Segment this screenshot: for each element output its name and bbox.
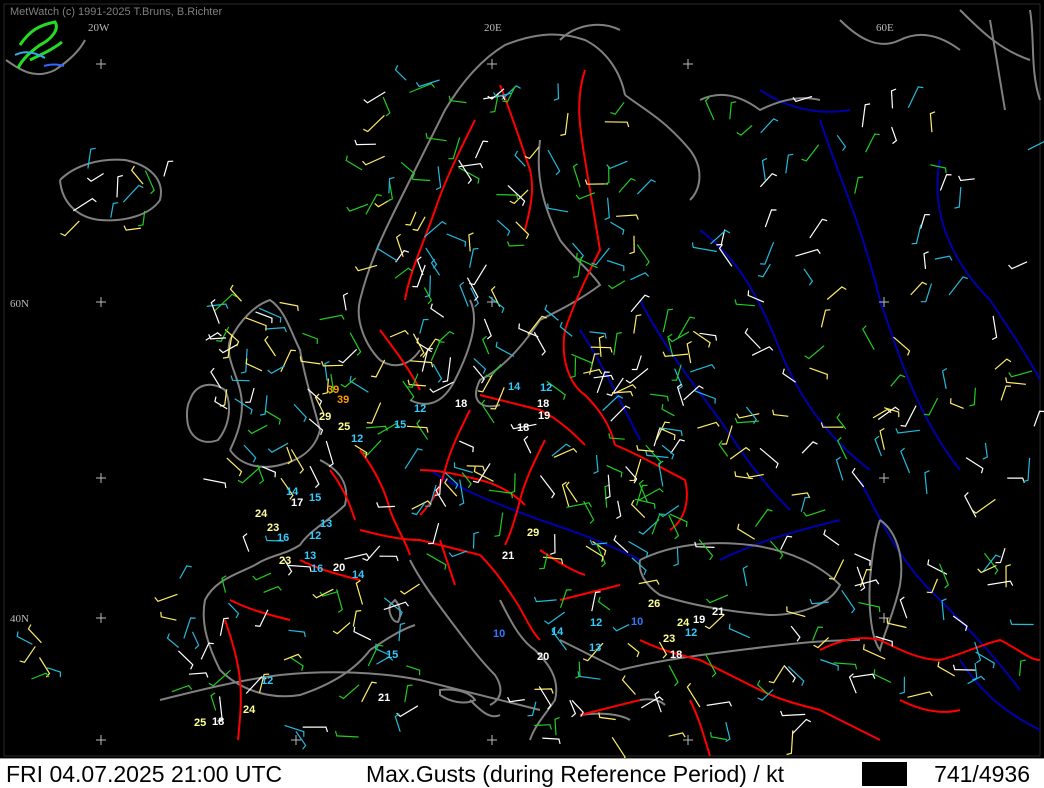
gust-label: 20: [333, 562, 345, 574]
gust-label: 26: [648, 598, 660, 610]
gust-label: 23: [663, 633, 675, 645]
parameter-label: Max.Gusts (during Reference Period) / kt: [366, 761, 784, 787]
gust-label: 29: [527, 527, 539, 539]
gust-label: 15: [309, 492, 321, 504]
gust-label: 12: [414, 403, 426, 415]
gust-label: 18: [517, 422, 529, 434]
gust-label: 21: [502, 550, 514, 562]
gust-label: 18: [537, 398, 549, 410]
gust-label: 25: [194, 717, 206, 729]
gust-label: 10: [631, 616, 643, 628]
gust-label: 12: [590, 617, 602, 629]
status-black-box: [862, 762, 907, 786]
gust-label: 12: [261, 675, 273, 687]
gust-label: 14: [551, 626, 564, 638]
weather-map[interactable]: 20W 20E 60E 60N 40N 39392925121512 1814 12…: [0, 0, 1044, 758]
map-window: 20W 20E 60E 60N 40N 39 39 29 25 12 15 12 18 14 12…: [0, 0, 1044, 788]
gust-label: 10: [493, 628, 505, 640]
station-count: 741/4936: [934, 761, 1030, 787]
gust-label: 23: [279, 555, 291, 567]
gust-label: 21: [712, 606, 724, 618]
gust-label: 18: [212, 716, 224, 728]
gust-label: 16: [311, 563, 323, 575]
datetime-label: FRI 04.07.2025 21:00 UTC: [6, 761, 283, 787]
gust-label: 20: [537, 651, 549, 663]
gust-label: 15: [386, 649, 398, 661]
grid-label-20w: 20W: [88, 22, 110, 34]
gust-label: 29: [319, 411, 331, 423]
gust-label: 18: [455, 398, 467, 410]
gust-label: 16: [277, 532, 289, 544]
gust-label: 39: [337, 394, 349, 406]
gust-label: 15: [394, 419, 406, 431]
gust-label: 14: [352, 569, 365, 581]
status-bar: FRI 04.07.2025 21:00 UTC Max.Gusts (duri…: [0, 758, 1044, 788]
gust-label: 17: [291, 497, 303, 509]
gust-label: 19: [538, 410, 550, 422]
grid-label-60n: 60N: [10, 298, 29, 310]
copyright-text: MetWatch (c) 1991-2025 T.Bruns, B.Richte…: [10, 6, 223, 18]
grid-label-20e: 20E: [484, 22, 502, 34]
gust-label: 14: [508, 381, 521, 393]
gust-label: 19: [693, 614, 705, 626]
grid-label-60e: 60E: [876, 22, 894, 34]
gust-label: 12: [351, 433, 363, 445]
gust-label: 13: [320, 518, 332, 530]
gust-label: 12: [685, 627, 697, 639]
gust-label: 13: [304, 550, 316, 562]
gust-label: 21: [378, 692, 390, 704]
gust-label: 12: [309, 530, 321, 542]
grid-label-40n: 40N: [10, 613, 29, 625]
gust-label: 18: [670, 649, 682, 661]
gust-label: 25: [338, 421, 350, 433]
gust-label: 13: [589, 642, 601, 654]
gust-label: 12: [540, 382, 552, 394]
gust-label: 24: [243, 704, 256, 716]
gust-label: 24: [255, 508, 268, 520]
